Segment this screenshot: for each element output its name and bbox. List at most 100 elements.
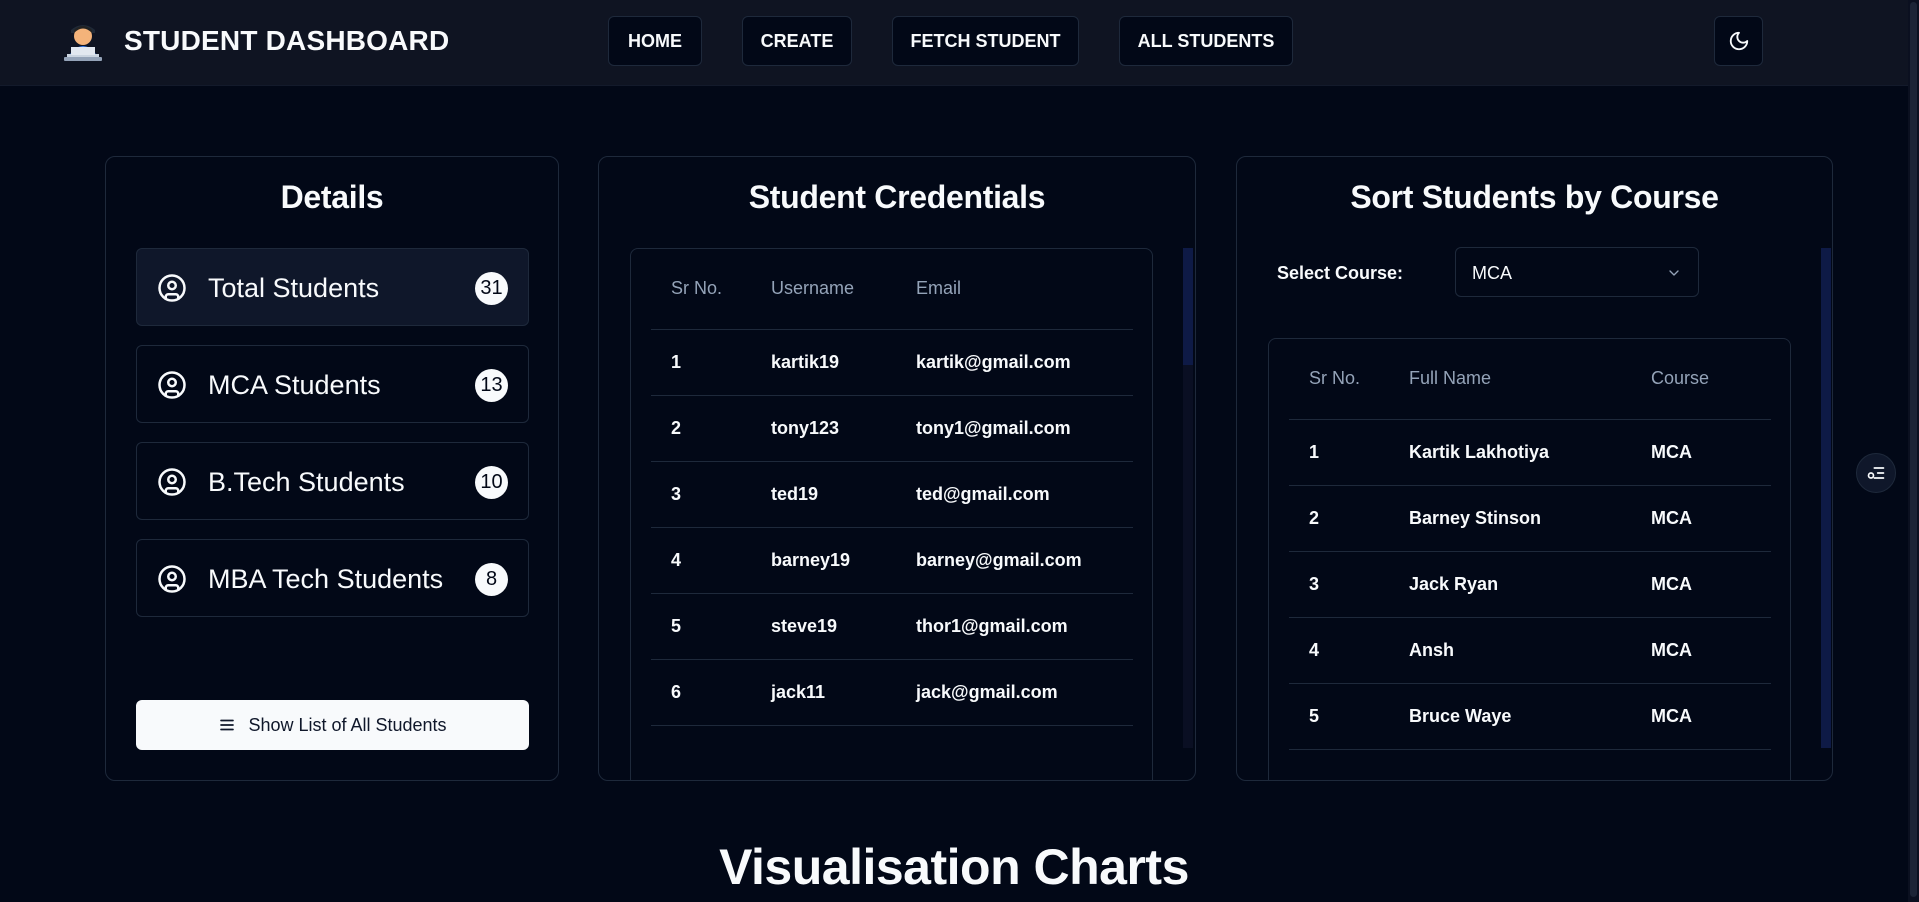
detail-total-students[interactable]: Total Students 31 — [136, 248, 529, 326]
table-row[interactable]: 5 steve19 thor1@gmail.com — [651, 593, 1133, 660]
course-table-container: Sr No. Full Name Course 1 Kartik Lakhoti… — [1268, 338, 1791, 780]
cell-username: jack11 — [751, 659, 896, 726]
cell-email: tony1@gmail.com — [896, 395, 1133, 462]
credentials-table: Sr No. Username Email 1 kartik19 kartik@… — [651, 249, 1133, 726]
user-circle-icon — [158, 468, 186, 496]
cell-sr-no: 3 — [651, 461, 751, 528]
nav-home-button[interactable]: HOME — [608, 16, 702, 66]
cell-full-name: Ansh — [1389, 617, 1631, 684]
floating-filter-button[interactable] — [1856, 453, 1896, 493]
credentials-card: Student Credentials Sr No. Username Emai… — [598, 156, 1196, 781]
table-row[interactable]: 2 tony123 tony1@gmail.com — [651, 395, 1133, 462]
cell-email: kartik@gmail.com — [896, 329, 1133, 396]
cell-username: tony123 — [751, 395, 896, 462]
cell-sr-no: 6 — [651, 659, 751, 726]
detail-label: MCA Students — [208, 370, 381, 400]
cell-full-name: Kartik Lakhotiya — [1389, 419, 1631, 486]
cell-sr-no: 3 — [1289, 551, 1389, 618]
brand[interactable]: STUDENT DASHBOARD — [58, 16, 449, 66]
cell-sr-no: 1 — [651, 329, 751, 396]
menu-icon — [220, 719, 235, 731]
course-select[interactable]: MCA — [1455, 247, 1699, 297]
credentials-table-container: Sr No. Username Email 1 kartik19 kartik@… — [630, 248, 1153, 780]
list-settings-icon — [1867, 467, 1885, 479]
chevron-down-icon — [1669, 270, 1679, 276]
course-scrollbar-thumb[interactable] — [1821, 248, 1831, 748]
theme-toggle-button[interactable] — [1714, 16, 1763, 66]
cell-sr-no: 5 — [651, 593, 751, 660]
table-row[interactable]: 3 ted19 ted@gmail.com — [651, 461, 1133, 528]
user-circle-icon — [158, 371, 186, 399]
table-row[interactable]: 6 jack11 jack@gmail.com — [651, 659, 1133, 726]
student-logo-icon — [64, 25, 102, 61]
count-badge: 31 — [475, 272, 508, 305]
cell-sr-no: 4 — [651, 527, 751, 594]
table-row[interactable]: 2 Barney Stinson MCA — [1289, 485, 1771, 552]
table-row[interactable]: 4 Ansh MCA — [1289, 617, 1771, 684]
column-header: Course — [1631, 339, 1771, 420]
cell-full-name: Jack Ryan — [1389, 551, 1631, 618]
show-all-students-button[interactable]: Show List of All Students — [136, 700, 529, 750]
detail-label: MBA Tech Students — [208, 564, 444, 594]
moon-icon — [1729, 31, 1748, 51]
visualisation-charts-heading: Visualisation Charts — [719, 839, 1189, 895]
sort-by-course-card: Sort Students by Course Select Course: M… — [1236, 156, 1833, 781]
page-scrollbar-thumb[interactable] — [1910, 2, 1917, 897]
detail-mca-students[interactable]: MCA Students 13 — [136, 345, 529, 423]
cell-email: ted@gmail.com — [896, 461, 1133, 528]
detail-mba-tech-students[interactable]: MBA Tech Students 8 — [136, 539, 529, 617]
app-title: STUDENT DASHBOARD — [124, 25, 450, 56]
cell-sr-no: 5 — [1289, 683, 1389, 750]
detail-label: B.Tech Students — [208, 467, 405, 497]
detail-label: Total Students — [208, 273, 380, 303]
selected-course: MCA — [1472, 263, 1512, 283]
cell-sr-no: 2 — [1289, 485, 1389, 552]
cell-email: thor1@gmail.com — [896, 593, 1133, 660]
table-row[interactable]: 3 Jack Ryan MCA — [1289, 551, 1771, 618]
column-header: Email — [896, 249, 1133, 330]
cell-sr-no: 4 — [1289, 617, 1389, 684]
count-badge: 13 — [475, 369, 508, 402]
cell-full-name: Bruce Waye — [1389, 683, 1631, 750]
user-circle-icon — [158, 565, 186, 593]
cell-username: barney19 — [751, 527, 896, 594]
table-row[interactable]: 1 kartik19 kartik@gmail.com — [651, 329, 1133, 396]
cell-course: MCA — [1631, 617, 1771, 684]
column-header: Sr No. — [651, 249, 751, 330]
cell-course: MCA — [1631, 485, 1771, 552]
table-header-row: Sr No. Username Email — [651, 249, 1133, 330]
select-course-label: Select Course: — [1277, 263, 1404, 283]
cell-full-name: Barney Stinson — [1389, 485, 1631, 552]
cell-course: MCA — [1631, 419, 1771, 486]
table-row[interactable]: 1 Kartik Lakhotiya MCA — [1289, 419, 1771, 486]
cell-username: steve19 — [751, 593, 896, 660]
details-title: Details — [280, 179, 384, 215]
column-header: Username — [751, 249, 896, 330]
cell-sr-no: 1 — [1289, 419, 1389, 486]
detail-btech-students[interactable]: B.Tech Students 10 — [136, 442, 529, 520]
cell-course: MCA — [1631, 551, 1771, 618]
cell-username: ted19 — [751, 461, 896, 528]
column-header: Full Name — [1389, 339, 1631, 420]
count-badge: 8 — [475, 563, 508, 596]
table-row[interactable]: 4 barney19 barney@gmail.com — [651, 527, 1133, 594]
table-row[interactable]: 5 Bruce Waye MCA — [1289, 683, 1771, 750]
sort-title: Sort Students by Course — [1350, 179, 1719, 215]
nav-all-students-button[interactable]: ALL STUDENTS — [1119, 16, 1293, 66]
nav-create-button[interactable]: CREATE — [742, 16, 852, 66]
cell-course: MCA — [1631, 683, 1771, 750]
nav-fetch-student-button[interactable]: FETCH STUDENT — [892, 16, 1079, 66]
cell-email: jack@gmail.com — [896, 659, 1133, 726]
count-badge: 10 — [475, 466, 508, 499]
show-all-label: Show List of All Students — [248, 714, 447, 735]
table-header-row: Sr No. Full Name Course — [1289, 339, 1771, 420]
user-circle-icon — [158, 274, 186, 302]
details-card: Details Total Students 31 MCA Students 1… — [105, 156, 559, 781]
cell-email: barney@gmail.com — [896, 527, 1133, 594]
column-header: Sr No. — [1289, 339, 1389, 420]
credentials-title: Student Credentials — [748, 179, 1046, 215]
credentials-scrollbar-thumb[interactable] — [1183, 248, 1193, 365]
cell-sr-no: 2 — [651, 395, 751, 462]
cell-username: kartik19 — [751, 329, 896, 396]
top-navbar: STUDENT DASHBOARD HOME CREATE FETCH STUD… — [0, 0, 1908, 86]
